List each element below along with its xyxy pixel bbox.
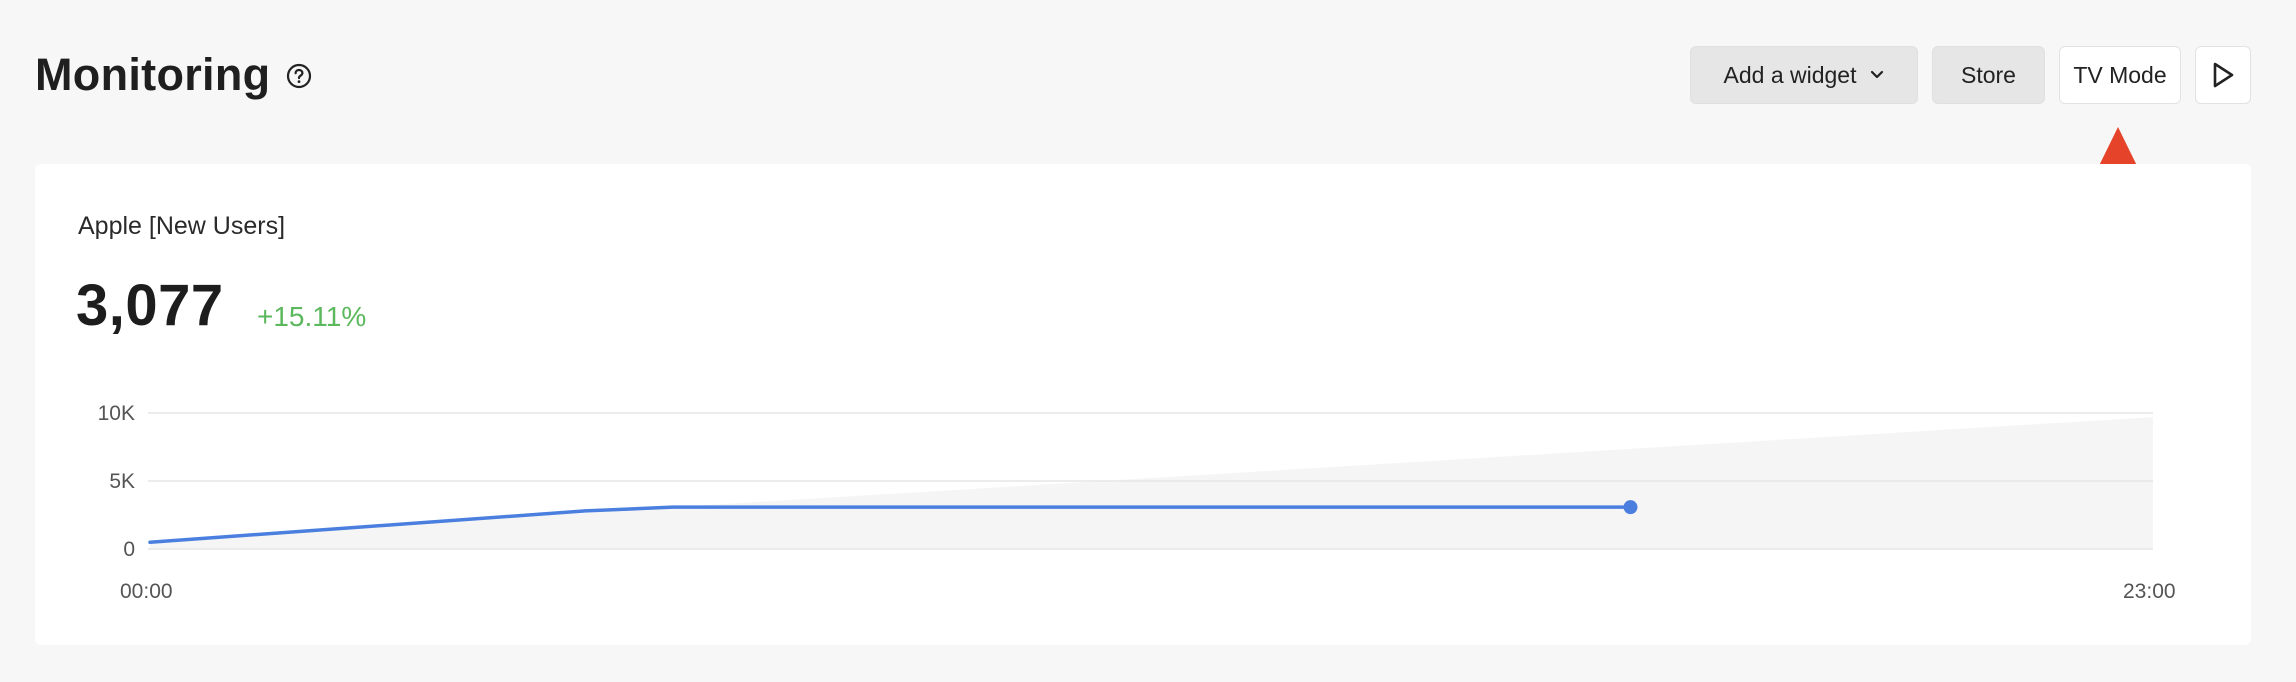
play-button[interactable] [2195,46,2251,104]
question-circle-icon[interactable] [285,62,313,90]
add-widget-button[interactable]: Add a widget [1690,46,1918,104]
projection-area [150,417,2153,549]
store-label: Store [1961,61,2016,88]
x-tick-label: 00:00 [120,580,173,603]
series-end-point [1623,500,1638,515]
widget-card: Apple [New Users] 3,077 +15.11% 10K 5K 0 00… [35,164,2251,645]
add-widget-label: Add a widget [1723,61,1857,88]
page-title: Monitoring [35,49,271,100]
chevron-down-icon [1871,70,1884,79]
page-header: Monitoring Add a widget Store TV Mode [0,0,2296,150]
play-icon [2213,62,2234,88]
y-tick-label: 10K [98,402,135,425]
y-tick-label: 5K [109,470,135,493]
y-tick-label: 0 [123,538,135,561]
tv-mode-button[interactable]: TV Mode [2059,46,2181,104]
monitoring-page: Monitoring Add a widget Store TV Mode Ap… [0,0,2296,682]
x-tick-label: 23:00 [2123,580,2176,603]
line-chart: 10K 5K 0 00:00 23:00 [98,402,2176,603]
store-button[interactable]: Store [1932,46,2045,104]
tv-mode-label: TV Mode [2073,61,2167,88]
